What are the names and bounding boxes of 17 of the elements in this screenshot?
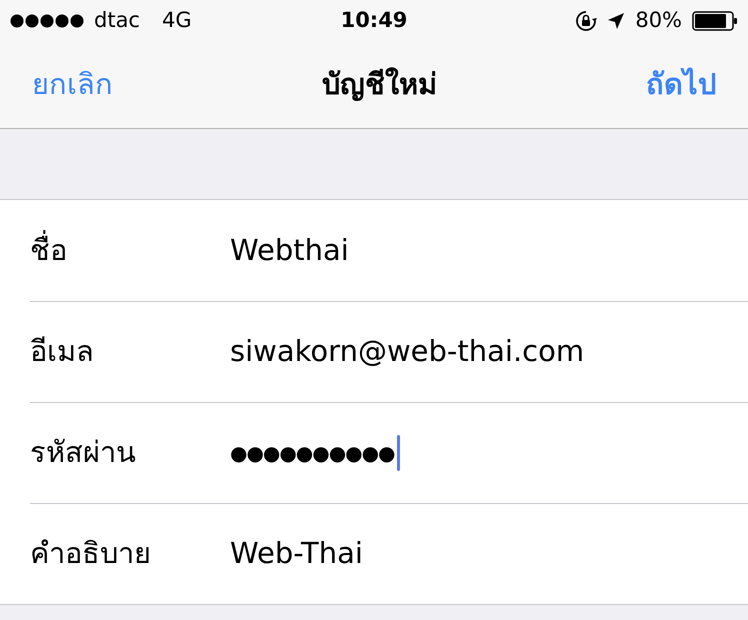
signal-icon	[10, 14, 84, 28]
network-type: 4G	[162, 7, 192, 34]
carrier-name: dtac	[94, 7, 140, 34]
field-label: อีเมล	[30, 333, 95, 370]
battery-icon	[692, 11, 738, 31]
field-label: คำอธิบาย	[30, 535, 152, 572]
input-field[interactable]: siwakorn@web-thai.com	[230, 330, 584, 374]
input-field[interactable]: Webthai	[230, 228, 349, 272]
input-field[interactable]: Web-Thai	[230, 532, 363, 576]
location-arrow-icon	[607, 12, 626, 30]
screen-title: บัญชีใหม่	[322, 66, 437, 104]
battery-percent: 80%	[635, 7, 682, 34]
rotation-lock-icon	[575, 10, 598, 32]
clock-time: 10:49	[340, 7, 408, 34]
input-field[interactable]: ●●●●●●●●●●	[230, 435, 400, 471]
field-label: ชื่อ	[30, 228, 230, 272]
field-label: รหัสผ่าน	[30, 434, 137, 472]
